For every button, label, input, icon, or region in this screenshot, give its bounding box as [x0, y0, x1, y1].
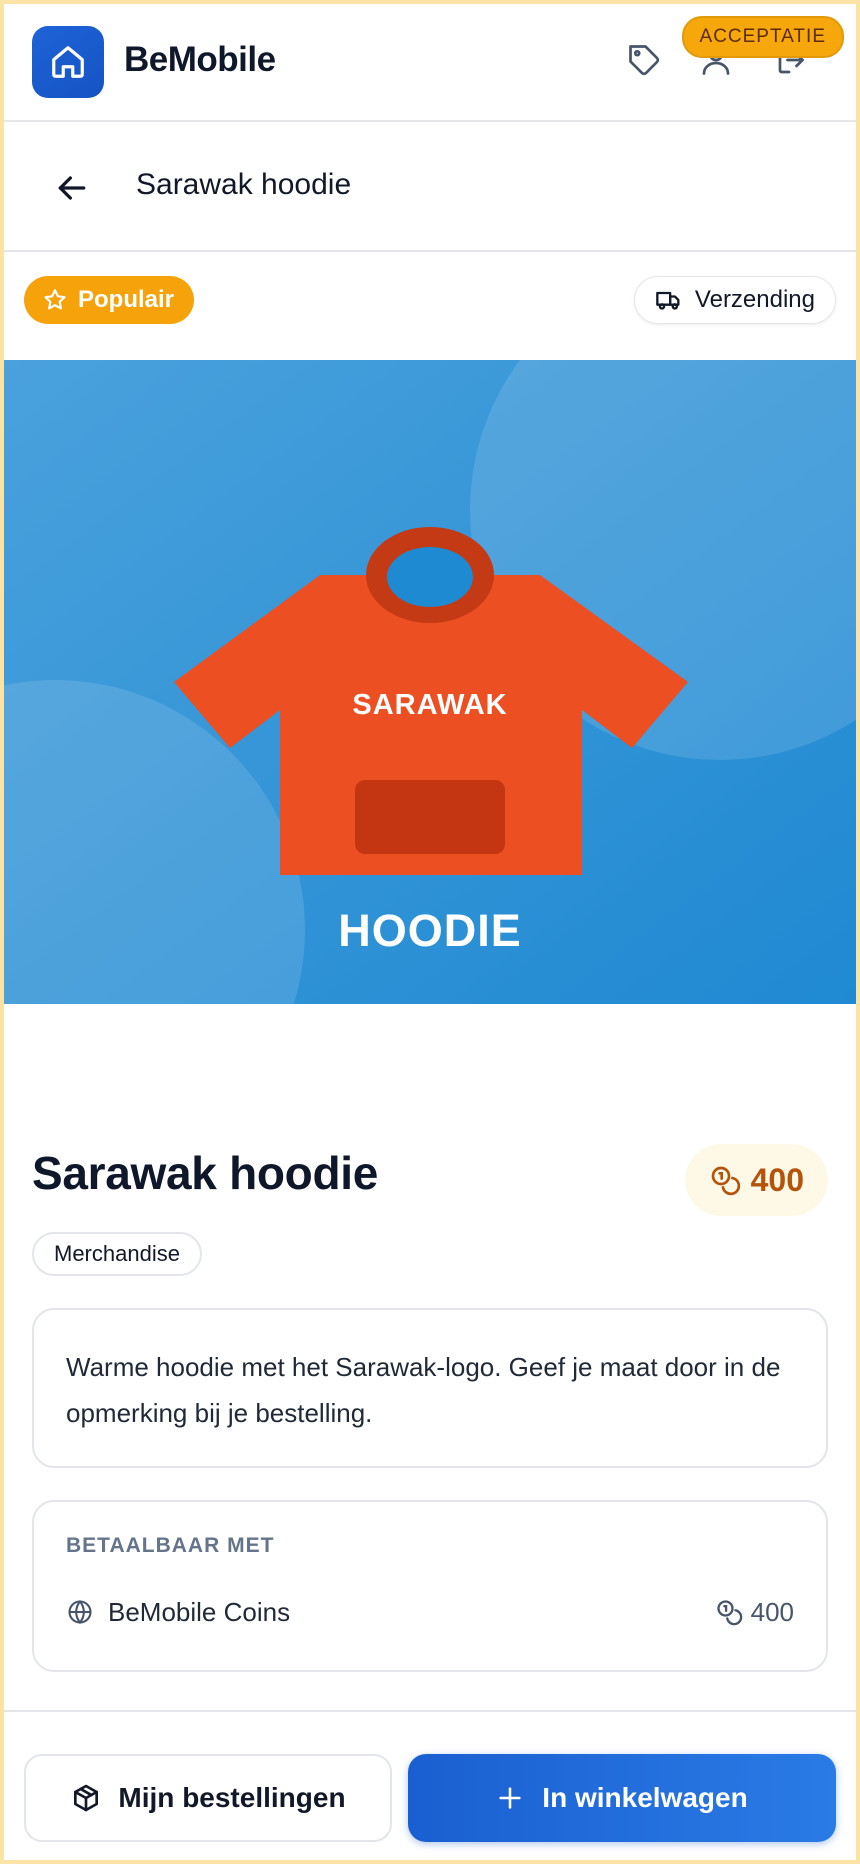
add-to-cart-label: In winkelwagen: [542, 1782, 748, 1813]
page-title: Sarawak hoodie: [136, 168, 352, 201]
hero-caption: HOODIE: [338, 905, 522, 956]
back-arrow-icon[interactable]: [52, 168, 92, 208]
star-icon: [44, 289, 66, 310]
my-orders-button[interactable]: Mijn bestellingen: [24, 1754, 392, 1842]
shipping-button[interactable]: Verzending: [633, 276, 836, 324]
my-orders-label: Mijn bestellingen: [118, 1782, 346, 1813]
shipping-label: Verzending: [694, 286, 815, 313]
description-card: Warme hoodie met het Sarawak-logo. Geef …: [32, 1308, 828, 1468]
payment-method-row: BeMobile Coins 400: [66, 1594, 794, 1630]
category-chip: Merchandise: [32, 1232, 202, 1276]
truck-icon: [656, 291, 680, 310]
tag-icon[interactable]: [626, 42, 662, 78]
home-icon: [52, 46, 84, 78]
product-title: Sarawak hoodie: [32, 1147, 379, 1199]
bottom-action-bar: Mijn bestellingen In winkelwagen: [0, 1710, 860, 1864]
payment-label: BETAALBAAR MET: [66, 1534, 275, 1557]
globe-icon: [68, 1599, 92, 1625]
price-badge: 400: [684, 1144, 828, 1216]
popular-label: Populair: [78, 286, 175, 313]
hoodie-illustration: SARAWAK HOODIE: [0, 360, 860, 1004]
shirt-text: SARAWAK: [352, 689, 507, 721]
payment-amount: 400: [715, 1597, 794, 1628]
home-button[interactable]: [32, 26, 104, 98]
product-image: SARAWAK HOODIE: [0, 360, 860, 1004]
payment-card: BETAALBAAR MET BeMobile Coins 400: [32, 1500, 828, 1672]
payment-method-name: BeMobile Coins: [108, 1596, 291, 1627]
payment-amount-value: 400: [750, 1596, 794, 1627]
brand-name: BeMobile: [124, 40, 276, 79]
popular-badge: Populair: [24, 276, 195, 324]
app-header: BeMobile ACCEPTATIE: [0, 0, 860, 122]
coins-icon: [716, 1600, 742, 1626]
product-description: Warme hoodie met het Sarawak-logo. Geef …: [66, 1352, 781, 1428]
package-icon: [74, 1784, 99, 1812]
page-header: Sarawak hoodie: [0, 124, 860, 252]
coins-icon: [711, 1166, 740, 1196]
plus-icon: [499, 1787, 521, 1809]
environment-badge: ACCEPTATIE: [681, 16, 844, 58]
price-value: 400: [750, 1161, 804, 1198]
add-to-cart-button[interactable]: In winkelwagen: [408, 1754, 836, 1842]
